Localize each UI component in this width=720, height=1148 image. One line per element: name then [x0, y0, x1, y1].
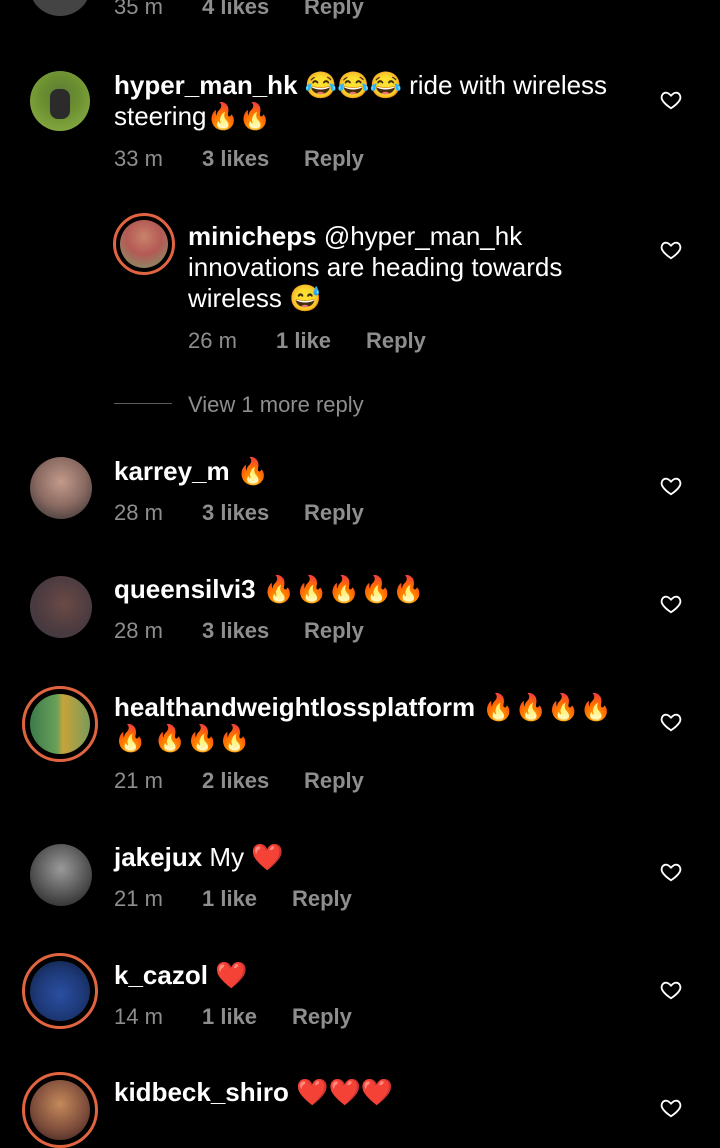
reply-button[interactable]: Reply [366, 328, 426, 354]
heart-outline-icon[interactable] [660, 979, 682, 1001]
avatar[interactable] [22, 686, 98, 762]
likes-count[interactable]: 2 likes [202, 768, 304, 794]
comment: hyper_man_hk 😂😂😂 ride with wireless stee… [114, 70, 630, 132]
comment-meta: 14 m 1 like Reply [114, 1004, 352, 1030]
avatar[interactable] [113, 213, 175, 275]
heart-outline-icon[interactable] [660, 1097, 682, 1119]
reply-button[interactable]: Reply [292, 886, 352, 912]
comment: queensilvi3 🔥🔥🔥🔥🔥 [114, 574, 630, 605]
comment-meta: 21 m 1 like Reply [114, 886, 352, 912]
comment-username[interactable]: kidbeck_shiro [114, 1077, 289, 1107]
reply-button[interactable]: Reply [304, 500, 364, 526]
comment-username[interactable]: minicheps [188, 221, 317, 251]
heart-outline-icon[interactable] [660, 593, 682, 615]
comment-username[interactable]: queensilvi3 [114, 574, 256, 604]
avatar[interactable] [30, 576, 92, 638]
comment-username[interactable]: hyper_man_hk [114, 70, 298, 100]
likes-count[interactable]: 1 like [202, 1004, 292, 1030]
comment: karrey_m 🔥 [114, 456, 630, 487]
heart-outline-icon[interactable] [660, 861, 682, 883]
comment-meta: 28 m 3 likes Reply [114, 618, 364, 644]
comment-time: 21 m [114, 768, 163, 793]
comment-time: 21 m [114, 886, 163, 911]
comment-time: 28 m [114, 618, 163, 643]
heart-outline-icon[interactable] [660, 89, 682, 111]
avatar[interactable] [30, 457, 92, 519]
reply-button[interactable]: Reply [304, 768, 364, 794]
comment-meta: 21 m 2 likes Reply [114, 768, 364, 794]
comment: kidbeck_shiro ❤️❤️❤️ [114, 1077, 630, 1108]
reply-button[interactable]: Reply [304, 146, 364, 172]
divider [114, 403, 172, 404]
likes-count[interactable]: 3 likes [202, 500, 304, 526]
comment-time: 28 m [114, 500, 163, 525]
comment-time: 33 m [114, 146, 163, 171]
avatar[interactable] [30, 0, 90, 16]
avatar[interactable] [22, 953, 98, 1029]
comment: k_cazol ❤️ [114, 960, 630, 991]
view-more-replies-link[interactable]: View 1 more reply [188, 392, 364, 418]
avatar[interactable] [30, 844, 92, 906]
comment-text: My ❤️ [209, 842, 284, 872]
avatar[interactable] [22, 1072, 98, 1148]
comment-time: 14 m [114, 1004, 163, 1029]
heart-outline-icon[interactable] [660, 475, 682, 497]
comment-text: 🔥 [236, 456, 270, 486]
comment: jakejux My ❤️ [114, 842, 630, 873]
comment: healthandweightlossplatform 🔥🔥🔥🔥🔥 🔥🔥🔥 [114, 692, 640, 754]
comment-time: 35 m [114, 0, 163, 19]
heart-outline-icon[interactable] [660, 239, 682, 261]
likes-count[interactable]: 4 likes [202, 0, 304, 20]
reply-button[interactable]: Reply [304, 618, 364, 644]
likes-count[interactable]: 1 like [202, 886, 292, 912]
reply-comment: minicheps @hyper_man_hk innovations are … [188, 221, 630, 314]
comment-meta: 28 m 3 likes Reply [114, 500, 364, 526]
comment-text: 🔥🔥🔥🔥🔥 [262, 574, 425, 604]
comment-username[interactable]: k_cazol [114, 960, 208, 990]
comment-time: 26 m [188, 328, 237, 353]
comment-username[interactable]: karrey_m [114, 456, 230, 486]
likes-count[interactable]: 3 likes [202, 618, 304, 644]
comment-username[interactable]: healthandweightlossplatform [114, 692, 475, 722]
reply-button[interactable]: Reply [304, 0, 364, 20]
comment-text: ❤️ [215, 960, 248, 990]
avatar[interactable] [30, 71, 90, 131]
comment-meta: 26 m 1 like Reply [188, 328, 426, 354]
comment-meta: 33 m 3 likes Reply [114, 146, 364, 172]
comment-username[interactable]: jakejux [114, 842, 202, 872]
likes-count[interactable]: 1 like [276, 328, 366, 354]
heart-outline-icon[interactable] [660, 711, 682, 733]
reply-button[interactable]: Reply [292, 1004, 352, 1030]
comment-meta: 35 m 4 likes Reply [114, 0, 364, 20]
comment-text: ❤️❤️❤️ [296, 1077, 394, 1107]
likes-count[interactable]: 3 likes [202, 146, 304, 172]
